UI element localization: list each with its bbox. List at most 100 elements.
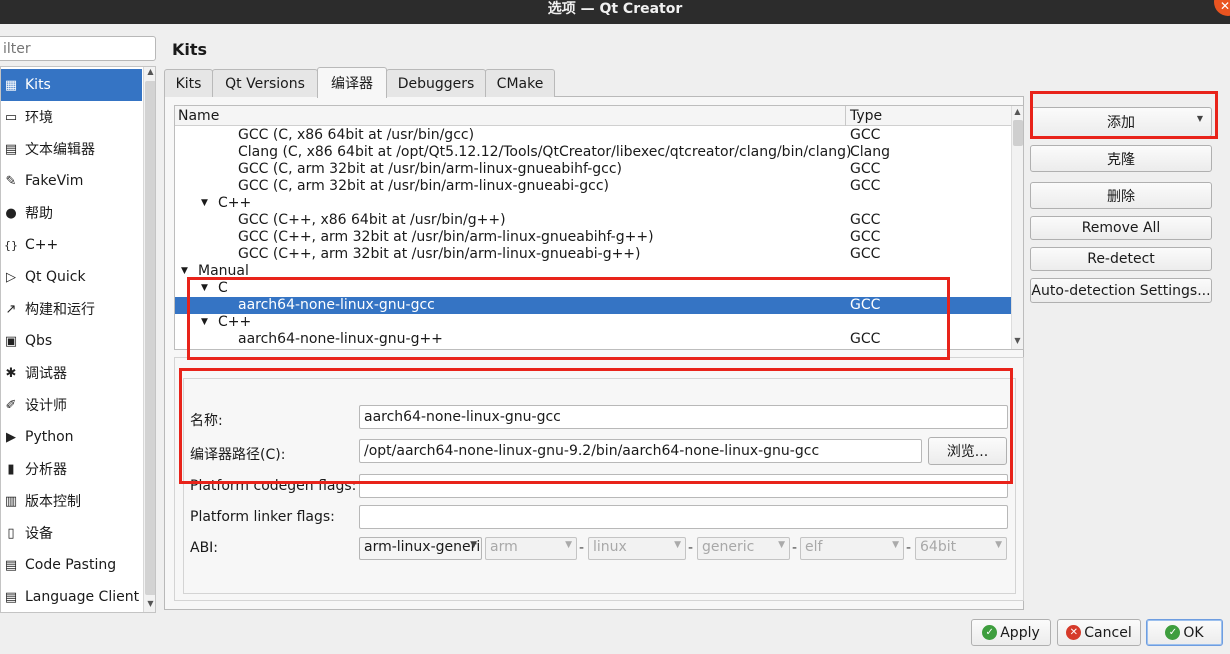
row-type: GCC [850, 161, 881, 177]
header-divider [845, 106, 846, 126]
tree-group-row[interactable]: ▼ Manual [175, 263, 1011, 280]
row-name: GCC (C, arm 32bit at /usr/bin/arm-linux-… [238, 161, 623, 177]
sidebar-item-kits[interactable]: ▦ Kits [1, 69, 142, 101]
sidebar-item-cpp[interactable]: {} C++ [1, 229, 142, 261]
expand-arrow-icon[interactable]: ▼ [201, 314, 208, 331]
abi-width-combo[interactable]: 64bit ▼ [915, 537, 1007, 560]
row-name: Clang (C, x86 64bit at /opt/Qt5.12.12/To… [238, 144, 852, 160]
abi-os-combo[interactable]: linux ▼ [588, 537, 686, 560]
clone-button[interactable]: 克隆 [1030, 145, 1212, 172]
sidebar-item-devices[interactable]: ▯ 设备 [1, 517, 142, 549]
tab-kits[interactable]: Kits [164, 69, 213, 97]
sidebar-item-version-control[interactable]: ▥ 版本控制 [1, 485, 142, 517]
sidebar-scroll-thumb[interactable] [145, 81, 155, 595]
text-editor-icon: ▤ [4, 141, 18, 157]
name-field[interactable] [359, 405, 1008, 429]
ok-button[interactable]: ✓ OK [1146, 619, 1223, 646]
sidebar-item-code-pasting[interactable]: ▤ Code Pasting [1, 549, 142, 581]
expand-arrow-icon[interactable]: ▼ [201, 280, 208, 297]
tree-row[interactable]: GCC (C, arm 32bit at /usr/bin/arm-linux-… [175, 178, 1011, 195]
tree-scroll-thumb[interactable] [1013, 120, 1023, 146]
dropdown-arrow-icon: ▼ [778, 540, 785, 550]
tab-compilers[interactable]: 编译器 [317, 67, 387, 98]
codegen-flags-field[interactable] [359, 474, 1008, 498]
expand-arrow-icon[interactable]: ▼ [181, 263, 188, 280]
row-name: C++ [218, 195, 252, 211]
sidebar-item-python[interactable]: ▶ Python [1, 421, 142, 453]
remove-button[interactable]: 删除 [1030, 182, 1212, 209]
row-type: GCC [850, 178, 881, 194]
sidebar-item-qt-quick[interactable]: ▷ Qt Quick [1, 261, 142, 293]
row-name: GCC (C++, arm 32bit at /usr/bin/arm-linu… [238, 246, 641, 262]
sidebar-item-designer[interactable]: ✐ 设计师 [1, 389, 142, 421]
sidebar-item-help[interactable]: ● 帮助 [1, 197, 142, 229]
devices-icon: ▯ [7, 525, 15, 541]
sidebar-item-qbs[interactable]: ▣ Qbs [1, 325, 142, 357]
designer-icon: ✐ [5, 397, 17, 413]
scroll-up-icon[interactable]: ▲ [1012, 107, 1023, 116]
auto-detection-settings-button[interactable]: Auto-detection Settings... [1030, 278, 1212, 303]
column-header-type[interactable]: Type [850, 108, 882, 124]
linker-flags-field[interactable] [359, 505, 1008, 529]
sidebar-scrollbar[interactable]: ▲ ▼ [143, 67, 155, 612]
row-type: GCC [850, 246, 881, 262]
expand-arrow-icon[interactable]: ▼ [201, 195, 208, 212]
scroll-down-icon[interactable]: ▼ [144, 599, 155, 608]
sidebar-item-label: 设备 [25, 526, 53, 542]
sidebar-item-debugger[interactable]: ✱ 调试器 [1, 357, 142, 389]
tree-row-selected[interactable]: aarch64-none-linux-gnu-gcc GCC [175, 297, 1011, 314]
remove-all-button[interactable]: Remove All [1030, 216, 1212, 240]
abi-flavor-combo[interactable]: generic ▼ [697, 537, 790, 560]
abi-format-combo[interactable]: elf ▼ [800, 537, 904, 560]
sidebar-item-environment[interactable]: ▭ 环境 [1, 101, 142, 133]
sidebar-item-language-client[interactable]: ▤ Language Client [1, 581, 142, 612]
kits-icon: ▦ [4, 77, 18, 93]
tree-group-row[interactable]: ▼ C [175, 280, 1011, 297]
codegen-flags-label: Platform codegen flags: [190, 478, 357, 494]
row-type: GCC [850, 127, 881, 143]
row-name: Manual [198, 263, 249, 279]
sidebar-item-analyzer[interactable]: ▮ 分析器 [1, 453, 142, 485]
sidebar-item-label: Language Client [25, 589, 140, 605]
scroll-up-icon[interactable]: ▲ [144, 67, 155, 76]
column-header-name[interactable]: Name [178, 108, 219, 124]
dropdown-arrow-icon: ▼ [1196, 114, 1203, 123]
sidebar-item-label: 构建和运行 [25, 302, 95, 318]
monitor-icon: ▭ [4, 109, 18, 125]
tree-row[interactable]: GCC (C++, x86 64bit at /usr/bin/g++) GCC [175, 212, 1011, 229]
check-icon: ✓ [1165, 625, 1181, 640]
browse-button[interactable]: 浏览... [928, 437, 1007, 465]
tree-scrollbar[interactable]: ▲ ▼ [1011, 106, 1023, 349]
tree-group-row[interactable]: ▼ C++ [175, 195, 1011, 212]
sidebar-item-label: 设计师 [25, 398, 67, 414]
language-client-icon: ▤ [4, 589, 18, 605]
abi-label: ABI: [190, 540, 219, 556]
sidebar-item-build-run[interactable]: ↗ 构建和运行 [1, 293, 142, 325]
add-button[interactable]: 添加 ▼ [1030, 107, 1212, 137]
cancel-button[interactable]: ✕ Cancel [1057, 619, 1141, 646]
tab-qt-versions[interactable]: Qt Versions [212, 69, 318, 97]
tab-cmake[interactable]: CMake [485, 69, 555, 97]
tree-group-row[interactable]: ▼ C++ [175, 314, 1011, 331]
cpp-icon: {} [4, 238, 18, 252]
abi-architecture-combo[interactable]: arm ▼ [485, 537, 577, 560]
tree-row[interactable]: GCC (C, x86 64bit at /usr/bin/gcc) GCC [175, 127, 1011, 144]
tree-row[interactable]: aarch64-none-linux-gnu-g++ GCC [175, 331, 1011, 348]
tree-row[interactable]: GCC (C++, arm 32bit at /usr/bin/arm-linu… [175, 246, 1011, 263]
sidebar-item-label: 帮助 [25, 206, 53, 222]
window-title-bar: 选项 — Qt Creator [0, 0, 1230, 24]
apply-button[interactable]: ✓ Apply [971, 619, 1051, 646]
filter-input[interactable] [0, 36, 156, 61]
tree-row[interactable]: GCC (C++, arm 32bit at /usr/bin/arm-linu… [175, 229, 1011, 246]
linker-flags-label: Platform linker flags: [190, 509, 335, 525]
abi-combo[interactable]: arm-linux-generic-elf-64bit ▼ [359, 537, 482, 560]
tree-row[interactable]: GCC (C, arm 32bit at /usr/bin/arm-linux-… [175, 161, 1011, 178]
tab-debuggers[interactable]: Debuggers [386, 69, 486, 97]
sidebar-item-fakevim[interactable]: ✎ FakeVim [1, 165, 142, 197]
compiler-tree[interactable]: Name Type GCC (C, x86 64bit at /usr/bin/… [174, 105, 1024, 350]
compiler-path-field[interactable] [359, 439, 922, 463]
scroll-down-icon[interactable]: ▼ [1012, 336, 1023, 345]
tree-row[interactable]: Clang (C, x86 64bit at /opt/Qt5.12.12/To… [175, 144, 1011, 161]
redetect-button[interactable]: Re-detect [1030, 247, 1212, 271]
sidebar-item-text-editor[interactable]: ▤ 文本编辑器 [1, 133, 142, 165]
